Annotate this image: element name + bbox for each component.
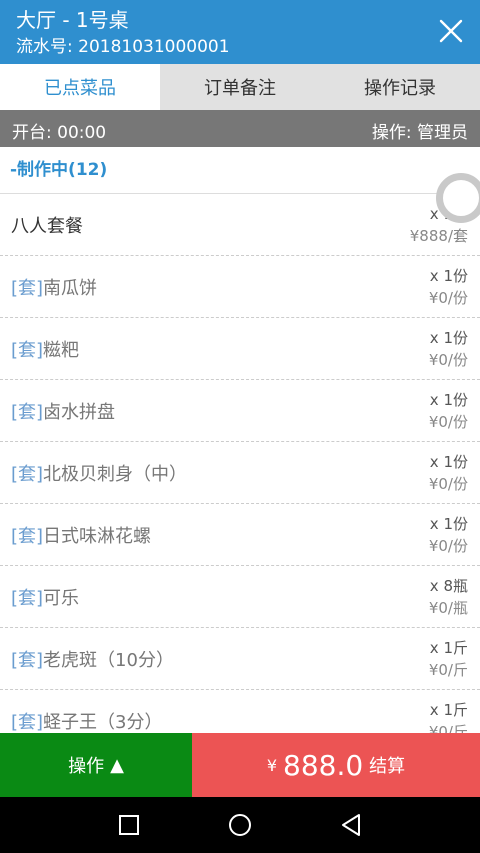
dish-quantity: x 1份 [429, 515, 468, 533]
dish-tag: [套] [11, 650, 44, 671]
dish-name-text: 南瓜饼 [43, 278, 98, 299]
dish-tag: [套] [11, 340, 44, 361]
dish-name: [套]糍粑 [11, 336, 79, 362]
dish-name: [套]北极贝刺身（中） [11, 460, 187, 486]
dish-name: [套]日式味淋花螺 [11, 522, 151, 548]
dish-name: [套]卤水拼盘 [11, 398, 115, 424]
tab-ordered-dishes[interactable]: 已点菜品 [0, 64, 160, 110]
system-nav-bar [0, 797, 480, 853]
dish-quantity: x 1份 [429, 329, 468, 347]
floating-scroll-handle[interactable] [436, 173, 480, 223]
back-icon[interactable] [338, 812, 364, 838]
checkout-button[interactable]: ¥ 888.0 结算 [192, 733, 480, 797]
dish-quantity: x 1斤 [429, 701, 468, 719]
dish-price: ¥0/份 [428, 537, 468, 555]
currency-symbol: ¥ [266, 755, 277, 775]
dish-price: ¥0/份 [428, 475, 468, 493]
dish-name-text: 糍粑 [43, 340, 80, 361]
dish-name: 八人套餐 [11, 212, 83, 238]
list-item[interactable]: [套]日式味淋花螺 x 1份 ¥0/份 [0, 504, 480, 566]
operate-label: 操作 [68, 756, 105, 777]
bottom-bar: 操作 ▲ ¥ 888.0 结算 [0, 733, 480, 797]
dish-tag: [套] [11, 402, 44, 423]
triangle-up-icon: ▲ [110, 754, 124, 776]
section-title-in-progress[interactable]: -制作中(12) [0, 147, 480, 194]
dish-quantity: x 1份 [429, 391, 468, 409]
dish-name: [套]蛏子王（3分） [11, 708, 163, 733]
close-icon[interactable] [436, 16, 466, 46]
dish-tag: [套] [11, 712, 44, 733]
dish-name: [套]可乐 [11, 584, 79, 610]
header: 大厅 - 1号桌 流水号: 20181031000001 [0, 0, 480, 64]
dish-list: 八人套餐 x 1套 ¥888/套 [套]南瓜饼 x 1份 ¥0/份 [套]糍粑 … [0, 194, 480, 733]
tab-bar: 已点菜品 订单备注 操作记录 [0, 64, 480, 110]
recent-apps-icon[interactable] [116, 812, 142, 838]
list-item[interactable]: [套]南瓜饼 x 1份 ¥0/份 [0, 256, 480, 318]
dish-tag: [套] [11, 588, 44, 609]
dish-name-text: 北极贝刺身（中） [43, 464, 188, 485]
dish-price: ¥0/份 [428, 413, 468, 431]
dish-name-text: 老虎斑（10分） [43, 650, 174, 671]
dish-name: [套]老虎斑（10分） [11, 646, 174, 672]
dish-name-text: 卤水拼盘 [43, 402, 116, 423]
dish-quantity: x 1斤 [429, 639, 468, 657]
dish-name-text: 八人套餐 [11, 216, 83, 237]
open-time: 开台: 00:00 [12, 123, 107, 143]
dish-price: ¥0/份 [428, 289, 468, 307]
dish-name: [套]南瓜饼 [11, 274, 97, 300]
dish-price: ¥0/瓶 [428, 599, 468, 617]
operator: 操作: 管理员 [371, 123, 468, 143]
dish-price: ¥0/斤 [428, 661, 468, 679]
checkout-label: 结算 [369, 756, 406, 777]
info-bar: 开台: 00:00 操作: 管理员 [0, 110, 480, 147]
table-title: 大厅 - 1号桌 [16, 8, 129, 32]
home-icon[interactable] [227, 812, 253, 838]
dish-tag: [套] [11, 526, 44, 547]
list-item[interactable]: [套]可乐 x 8瓶 ¥0/瓶 [0, 566, 480, 628]
dish-price: ¥888/套 [409, 227, 468, 245]
dish-price: ¥0/份 [428, 351, 468, 369]
tab-operation-log[interactable]: 操作记录 [320, 64, 480, 110]
dish-quantity: x 8瓶 [429, 577, 468, 595]
list-item[interactable]: [套]卤水拼盘 x 1份 ¥0/份 [0, 380, 480, 442]
operate-button[interactable]: 操作 ▲ [0, 733, 192, 797]
list-item[interactable]: [套]糍粑 x 1份 ¥0/份 [0, 318, 480, 380]
total-amount: 888.0 [283, 748, 364, 782]
dish-quantity: x 1份 [429, 453, 468, 471]
dish-name-text: 可乐 [43, 588, 80, 609]
tab-order-notes[interactable]: 订单备注 [160, 64, 320, 110]
dish-price: ¥0/斤 [428, 723, 468, 733]
serial-number: 流水号: 20181031000001 [16, 37, 230, 57]
dish-tag: [套] [11, 278, 44, 299]
list-item[interactable]: [套]北极贝刺身（中） x 1份 ¥0/份 [0, 442, 480, 504]
dish-name-text: 日式味淋花螺 [43, 526, 152, 547]
dish-name-text: 蛏子王（3分） [43, 712, 163, 733]
dish-tag: [套] [11, 464, 44, 485]
list-item[interactable]: [套]蛏子王（3分） x 1斤 ¥0/斤 [0, 690, 480, 733]
list-item[interactable]: [套]老虎斑（10分） x 1斤 ¥0/斤 [0, 628, 480, 690]
list-item[interactable]: 八人套餐 x 1套 ¥888/套 [0, 194, 480, 256]
dish-quantity: x 1份 [429, 267, 468, 285]
